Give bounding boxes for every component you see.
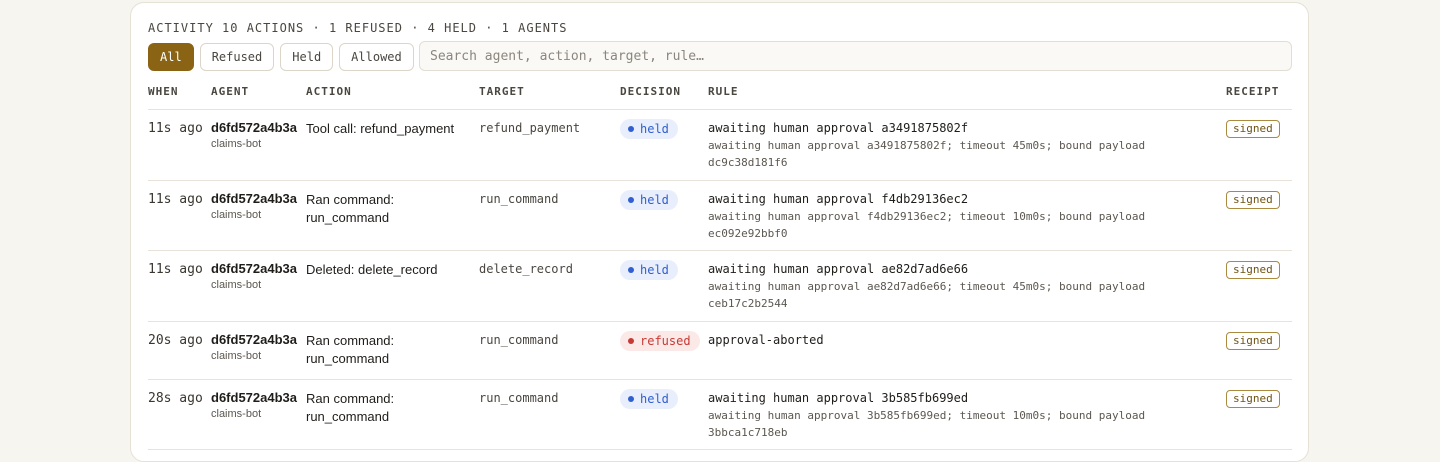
row-receipt: signed [1226, 119, 1280, 138]
agent-id[interactable]: d6fd572a4b3a [211, 390, 297, 405]
filter-bar: All Refused Held Allowed [148, 43, 414, 71]
activity-summary: 10 ACTIONS · 1 REFUSED · 4 HELD · 1 AGEN… [222, 21, 568, 35]
status-dot-icon [628, 197, 634, 203]
filter-all-button[interactable]: All [148, 43, 194, 71]
row-rule: awaiting human approval 3b585fb699ed awai… [708, 390, 1188, 441]
rule-detail: awaiting human approval f4db29136ec2; ti… [708, 210, 1146, 240]
rule-detail: awaiting human approval a3491875802f; ti… [708, 139, 1146, 169]
row-receipt: signed [1226, 389, 1280, 408]
row-action: Deleted: delete_record [306, 262, 438, 277]
status-dot-icon [628, 267, 634, 273]
row-target: delete_record [479, 262, 573, 276]
row-target: run_command [479, 192, 559, 206]
column-header-decision[interactable]: DECISION [620, 85, 681, 98]
table-row[interactable]: 28s ago d6fd572a4b3a claims-bot Ran command… [148, 379, 1292, 450]
row-rule: awaiting human approval f4db29136ec2 awai… [708, 191, 1188, 242]
table-row[interactable]: 11s ago d6fd572a4b3a claims-bot Deleted: de… [148, 250, 1292, 322]
row-action: Ran command: run_command [306, 192, 395, 225]
row-when: 11s ago [148, 121, 203, 136]
decision-badge: refused [620, 331, 700, 351]
filter-held-button[interactable]: Held [280, 43, 334, 71]
rule-summary: awaiting human approval f4db29136ec2 [708, 192, 969, 206]
row-agent[interactable]: d6fd572a4b3a claims-bot [211, 332, 297, 362]
decision-label: held [640, 193, 669, 207]
agent-id[interactable]: d6fd572a4b3a [211, 332, 297, 347]
filter-allowed-button[interactable]: Allowed [339, 43, 414, 71]
rule-detail: awaiting human approval 3b585fb699ed; ti… [708, 409, 1146, 439]
row-rule: awaiting human approval a3491875802f awai… [708, 120, 1188, 171]
row-when: 20s ago [148, 333, 203, 348]
receipt-badge[interactable]: signed [1226, 332, 1280, 350]
column-header-target[interactable]: TARGET [479, 85, 525, 98]
row-decision: refused [620, 331, 700, 351]
rule-summary: approval-aborted [708, 333, 824, 347]
decision-badge: held [620, 260, 678, 280]
row-receipt: signed [1226, 260, 1280, 279]
column-header-when[interactable]: WHEN [148, 85, 179, 98]
decision-badge: held [620, 119, 678, 139]
decision-label: held [640, 122, 669, 136]
row-when: 11s ago [148, 192, 203, 207]
receipt-badge[interactable]: signed [1226, 261, 1280, 279]
agent-id[interactable]: d6fd572a4b3a [211, 191, 297, 206]
decision-label: held [640, 263, 669, 277]
column-header-action[interactable]: ACTION [306, 85, 352, 98]
row-decision: held [620, 119, 678, 139]
agent-name: claims-bot [211, 350, 262, 362]
status-dot-icon [628, 396, 634, 402]
search-input[interactable] [430, 48, 1281, 64]
receipt-badge[interactable]: signed [1226, 390, 1280, 408]
agent-name: claims-bot [211, 138, 262, 150]
row-action: Ran command: run_command [306, 391, 395, 424]
receipt-badge[interactable]: signed [1226, 191, 1280, 209]
row-action: Ran command: run_command [306, 333, 395, 366]
row-when: 11s ago [148, 262, 203, 277]
column-header-agent[interactable]: AGENT [211, 85, 249, 98]
activity-header: ACTIVITY 10 ACTIONS · 1 REFUSED · 4 HELD… [148, 21, 567, 35]
row-target: run_command [479, 391, 559, 405]
agent-id[interactable]: d6fd572a4b3a [211, 261, 297, 276]
column-header-rule[interactable]: RULE [708, 85, 739, 98]
activity-panel: ACTIVITY 10 ACTIONS · 1 REFUSED · 4 HELD… [130, 2, 1309, 462]
decision-label: held [640, 392, 669, 406]
table-row[interactable]: 20s ago d6fd572a4b3a claims-bot Ran command… [148, 321, 1292, 380]
row-rule: awaiting human approval ae82d7ad6e66 awai… [708, 261, 1188, 312]
rule-summary: awaiting human approval a3491875802f [708, 121, 969, 135]
row-agent[interactable]: d6fd572a4b3a claims-bot [211, 120, 297, 150]
rule-detail: awaiting human approval ae82d7ad6e66; ti… [708, 280, 1146, 310]
table-header: WHEN AGENT ACTION TARGET DECISION RULE R… [148, 85, 1292, 110]
agent-name: claims-bot [211, 209, 262, 221]
row-agent[interactable]: d6fd572a4b3a claims-bot [211, 390, 297, 420]
row-decision: held [620, 389, 678, 409]
row-decision: held [620, 260, 678, 280]
decision-badge: held [620, 389, 678, 409]
row-target: refund_payment [479, 121, 581, 135]
table-row[interactable]: 11s ago d6fd572a4b3a claims-bot Tool call: … [148, 109, 1292, 181]
table-row[interactable]: 11s ago d6fd572a4b3a claims-bot Ran command… [148, 180, 1292, 251]
column-header-receipt[interactable]: RECEIPT [1226, 85, 1279, 98]
receipt-badge[interactable]: signed [1226, 120, 1280, 138]
row-action: Tool call: refund_payment [306, 121, 455, 136]
agent-name: claims-bot [211, 408, 262, 420]
row-target: run_command [479, 333, 559, 347]
status-dot-icon [628, 126, 634, 132]
row-decision: held [620, 190, 678, 210]
row-receipt: signed [1226, 331, 1280, 350]
rule-summary: awaiting human approval ae82d7ad6e66 [708, 262, 969, 276]
decision-label: refused [640, 334, 691, 348]
status-dot-icon [628, 338, 634, 344]
rule-summary: awaiting human approval 3b585fb699ed [708, 391, 969, 405]
decision-badge: held [620, 190, 678, 210]
row-agent[interactable]: d6fd572a4b3a claims-bot [211, 191, 297, 221]
agent-id[interactable]: d6fd572a4b3a [211, 120, 297, 135]
filter-refused-button[interactable]: Refused [199, 43, 275, 71]
agent-name: claims-bot [211, 279, 262, 291]
row-agent[interactable]: d6fd572a4b3a claims-bot [211, 261, 297, 291]
row-rule: approval-aborted [708, 332, 1188, 348]
activity-title: ACTIVITY [148, 21, 214, 35]
row-receipt: signed [1226, 190, 1280, 209]
search-box [419, 41, 1292, 71]
row-when: 28s ago [148, 391, 203, 406]
